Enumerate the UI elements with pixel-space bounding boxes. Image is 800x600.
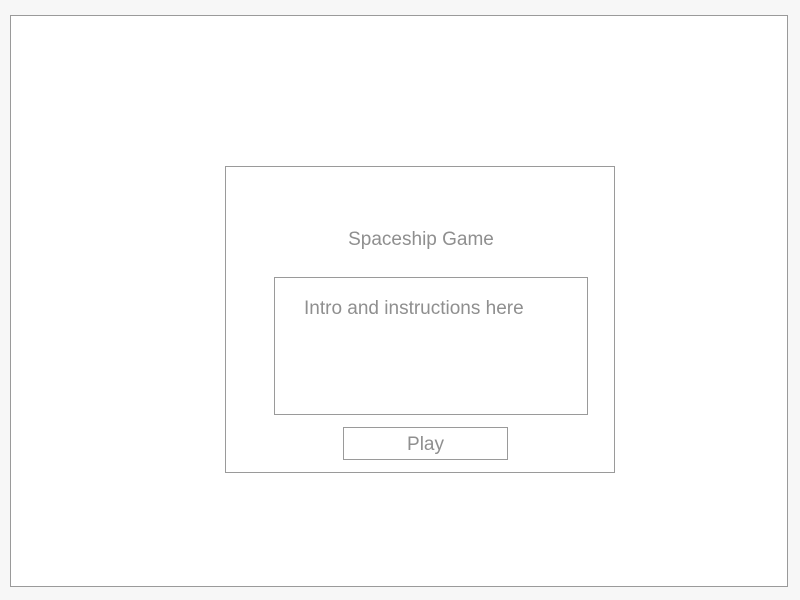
game-title: Spaceship Game <box>348 229 494 250</box>
intro-panel: Intro and instructions here <box>274 277 588 415</box>
start-dialog: Spaceship Game Intro and instructions he… <box>225 166 615 473</box>
play-button[interactable]: Play <box>343 427 508 460</box>
game-window: Spaceship Game Intro and instructions he… <box>10 15 788 587</box>
intro-text: Intro and instructions here <box>304 298 524 319</box>
